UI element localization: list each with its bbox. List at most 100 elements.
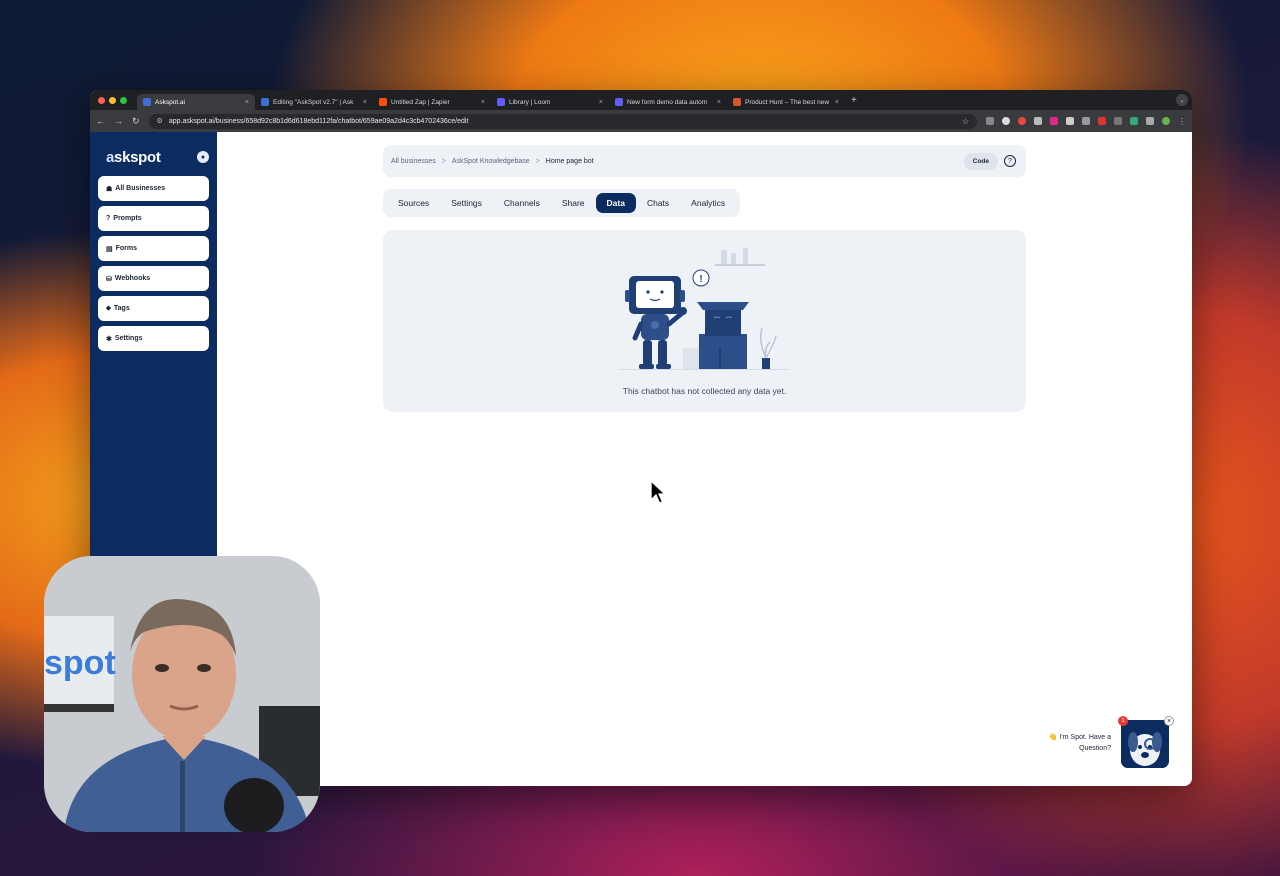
tab-favicon-icon	[261, 98, 269, 106]
tab-close-icon[interactable]: ×	[481, 99, 485, 106]
askspot-logo[interactable]: askspot	[106, 149, 161, 166]
extension-pink-icon[interactable]	[1050, 117, 1058, 125]
sidebar-nav: ☗ All Businesses? Prompts ▤ Forms ⛁ Webhooks ⬥ T…	[90, 170, 217, 351]
address-bar[interactable]: ⚙ app.askspot.ai/business/658d92c8b1d6d6…	[148, 113, 977, 129]
maximize-window-button[interactable]	[120, 96, 127, 104]
sidebar-item-label: Prompts	[113, 215, 142, 222]
chat-widget-launcher[interactable]	[1121, 720, 1169, 768]
webcam-overlay: spot	[44, 556, 320, 832]
forward-icon[interactable]: →	[114, 116, 123, 126]
tab-title: Editing "AskSpot v2.7" | Ask	[273, 98, 354, 106]
browser-tab[interactable]: Product Hunt – The best new ×	[727, 94, 845, 110]
main-content: All businesses > AskSpot Knowledgebase >…	[217, 132, 1192, 786]
sidebar-item-all-businesses[interactable]: ☗ All Businesses	[98, 176, 209, 201]
chat-greeting-bubble[interactable]: 👋 I'm Spot. Have a Question?	[1044, 730, 1115, 756]
chat-greeting-line1: 👋 I'm Spot. Have a	[1048, 734, 1111, 741]
back-icon[interactable]: ←	[96, 116, 105, 126]
profile-avatar[interactable]	[1162, 117, 1170, 125]
tab-close-icon[interactable]: ×	[835, 99, 839, 106]
breadcrumb-separator: >	[535, 157, 540, 165]
browser-tab[interactable]: Askspot.ai ×	[137, 94, 255, 110]
sidebar-item-tags[interactable]: ⬥ Tags	[98, 296, 209, 321]
sidebar-collapse-button[interactable]: ●	[197, 151, 209, 163]
window-controls	[98, 96, 127, 104]
empty-state-card: ! This chatbot has not collected any dat…	[383, 230, 1026, 412]
tab-share[interactable]: Share	[551, 193, 596, 213]
tab-close-icon[interactable]: ×	[245, 99, 249, 106]
site-info-icon[interactable]: ⚙	[157, 117, 163, 125]
browser-tab[interactable]: Editing "AskSpot v2.7" | Ask ×	[255, 94, 373, 110]
new-tab-button[interactable]: +	[851, 95, 857, 106]
sidebar-item-icon: ⬥	[106, 304, 111, 312]
extension-text-icon[interactable]	[1114, 117, 1122, 125]
extension-red-icon[interactable]	[1098, 117, 1106, 125]
browser-toolbar: ← → ↻ ⚙ app.askspot.ai/business/658d92c8…	[90, 110, 1192, 132]
sidebar-item-label: All Businesses	[115, 185, 166, 192]
breadcrumb-separator: >	[441, 157, 446, 165]
sidebar-item-icon: ☗	[106, 185, 113, 193]
tab-title: New form demo data autom	[627, 98, 708, 106]
tab-close-icon[interactable]: ×	[363, 99, 367, 106]
breadcrumb: All businesses > AskSpot Knowledgebase >…	[383, 145, 1026, 177]
sidebar-item-icon: ⛁	[106, 275, 112, 283]
browser-tab[interactable]: New form demo data autom ×	[609, 94, 727, 110]
tab-close-icon[interactable]: ×	[599, 99, 603, 106]
chat-greeting-line2: Question?	[1079, 745, 1111, 752]
tab-analytics[interactable]: Analytics	[680, 193, 736, 213]
sidebar-item-label: Forms	[115, 245, 138, 252]
tab-title: Product Hunt – The best new	[745, 98, 830, 106]
extensions-menu-icon[interactable]	[1146, 117, 1154, 125]
sidebar-item-label: Webhooks	[114, 275, 151, 282]
minimize-window-button[interactable]	[109, 96, 116, 104]
sidebar-item-icon: ▤	[106, 245, 113, 253]
tab-favicon-icon	[143, 98, 151, 106]
extension-pen-icon[interactable]	[986, 117, 994, 125]
extension-shield-icon[interactable]	[1066, 117, 1074, 125]
extensions-area: ⋮	[986, 117, 1186, 126]
sidebar-item-webhooks[interactable]: ⛁ Webhooks	[98, 266, 209, 291]
tab-favicon-icon	[733, 98, 741, 106]
extension-circle-icon[interactable]	[1002, 117, 1010, 125]
tab-channels[interactable]: Channels	[493, 193, 551, 213]
presenter-video: spot	[44, 556, 320, 832]
browser-tab[interactable]: Library | Loom ×	[491, 94, 609, 110]
sidebar-item-icon: ✱	[106, 335, 112, 343]
chat-close-button[interactable]: ×	[1164, 716, 1174, 726]
spot-dog-icon	[1121, 720, 1169, 768]
tab-data[interactable]: Data	[595, 193, 636, 213]
code-button[interactable]: Code	[963, 152, 998, 170]
tab-strip: Askspot.ai × Editing "AskSpot v2.7" | Ask ×…	[90, 90, 1192, 110]
reload-icon[interactable]: ↻	[132, 116, 140, 127]
robot-boxes-illustration: !	[619, 248, 789, 370]
help-icon[interactable]: ?	[1004, 155, 1016, 167]
sidebar-item-settings[interactable]: ✱ Settings	[98, 326, 209, 351]
breadcrumb-knowledgebase[interactable]: AskSpot Knowledgebase	[452, 158, 530, 165]
url-text: app.askspot.ai/business/658d92c8b1d6d618…	[168, 117, 469, 125]
sidebar-item-prompts[interactable]: ? Prompts	[98, 206, 209, 231]
chat-notification-badge: 1	[1118, 716, 1128, 726]
close-window-button[interactable]	[98, 96, 105, 104]
tab-chats[interactable]: Chats	[636, 193, 680, 213]
sidebar-item-label: Settings	[114, 335, 143, 342]
browser-tab[interactable]: Untitled Zap | Zapier ×	[373, 94, 491, 110]
tab-search-icon[interactable]: ⌄	[1176, 94, 1188, 106]
tab-sources[interactable]: Sources	[387, 193, 440, 213]
sidebar-item-forms[interactable]: ▤ Forms	[98, 236, 209, 261]
alert-symbol: !	[699, 274, 702, 285]
tab-close-icon[interactable]: ×	[717, 99, 721, 106]
extension-puzzle-icon[interactable]	[1082, 117, 1090, 125]
tab-title: Untitled Zap | Zapier	[391, 98, 450, 106]
tab-favicon-icon	[497, 98, 505, 106]
bookmark-star-icon[interactable]: ☆	[962, 117, 969, 126]
extension-grid-icon[interactable]	[1034, 117, 1042, 125]
tab-settings[interactable]: Settings	[440, 193, 493, 213]
browser-menu-icon[interactable]: ⋮	[1178, 117, 1186, 126]
sidebar-item-icon: ?	[106, 215, 111, 222]
svg-text:spot: spot	[44, 644, 116, 682]
extension-color-icon[interactable]	[1018, 117, 1026, 125]
breadcrumb-current: Home page bot	[545, 157, 594, 165]
breadcrumb-all-businesses[interactable]: All businesses	[391, 158, 436, 165]
extension-green-icon[interactable]	[1130, 117, 1138, 125]
chatbot-tabs: Sources Settings Channels Share Data Chats Ana…	[383, 189, 741, 217]
sidebar-item-label: Tags	[113, 305, 130, 312]
